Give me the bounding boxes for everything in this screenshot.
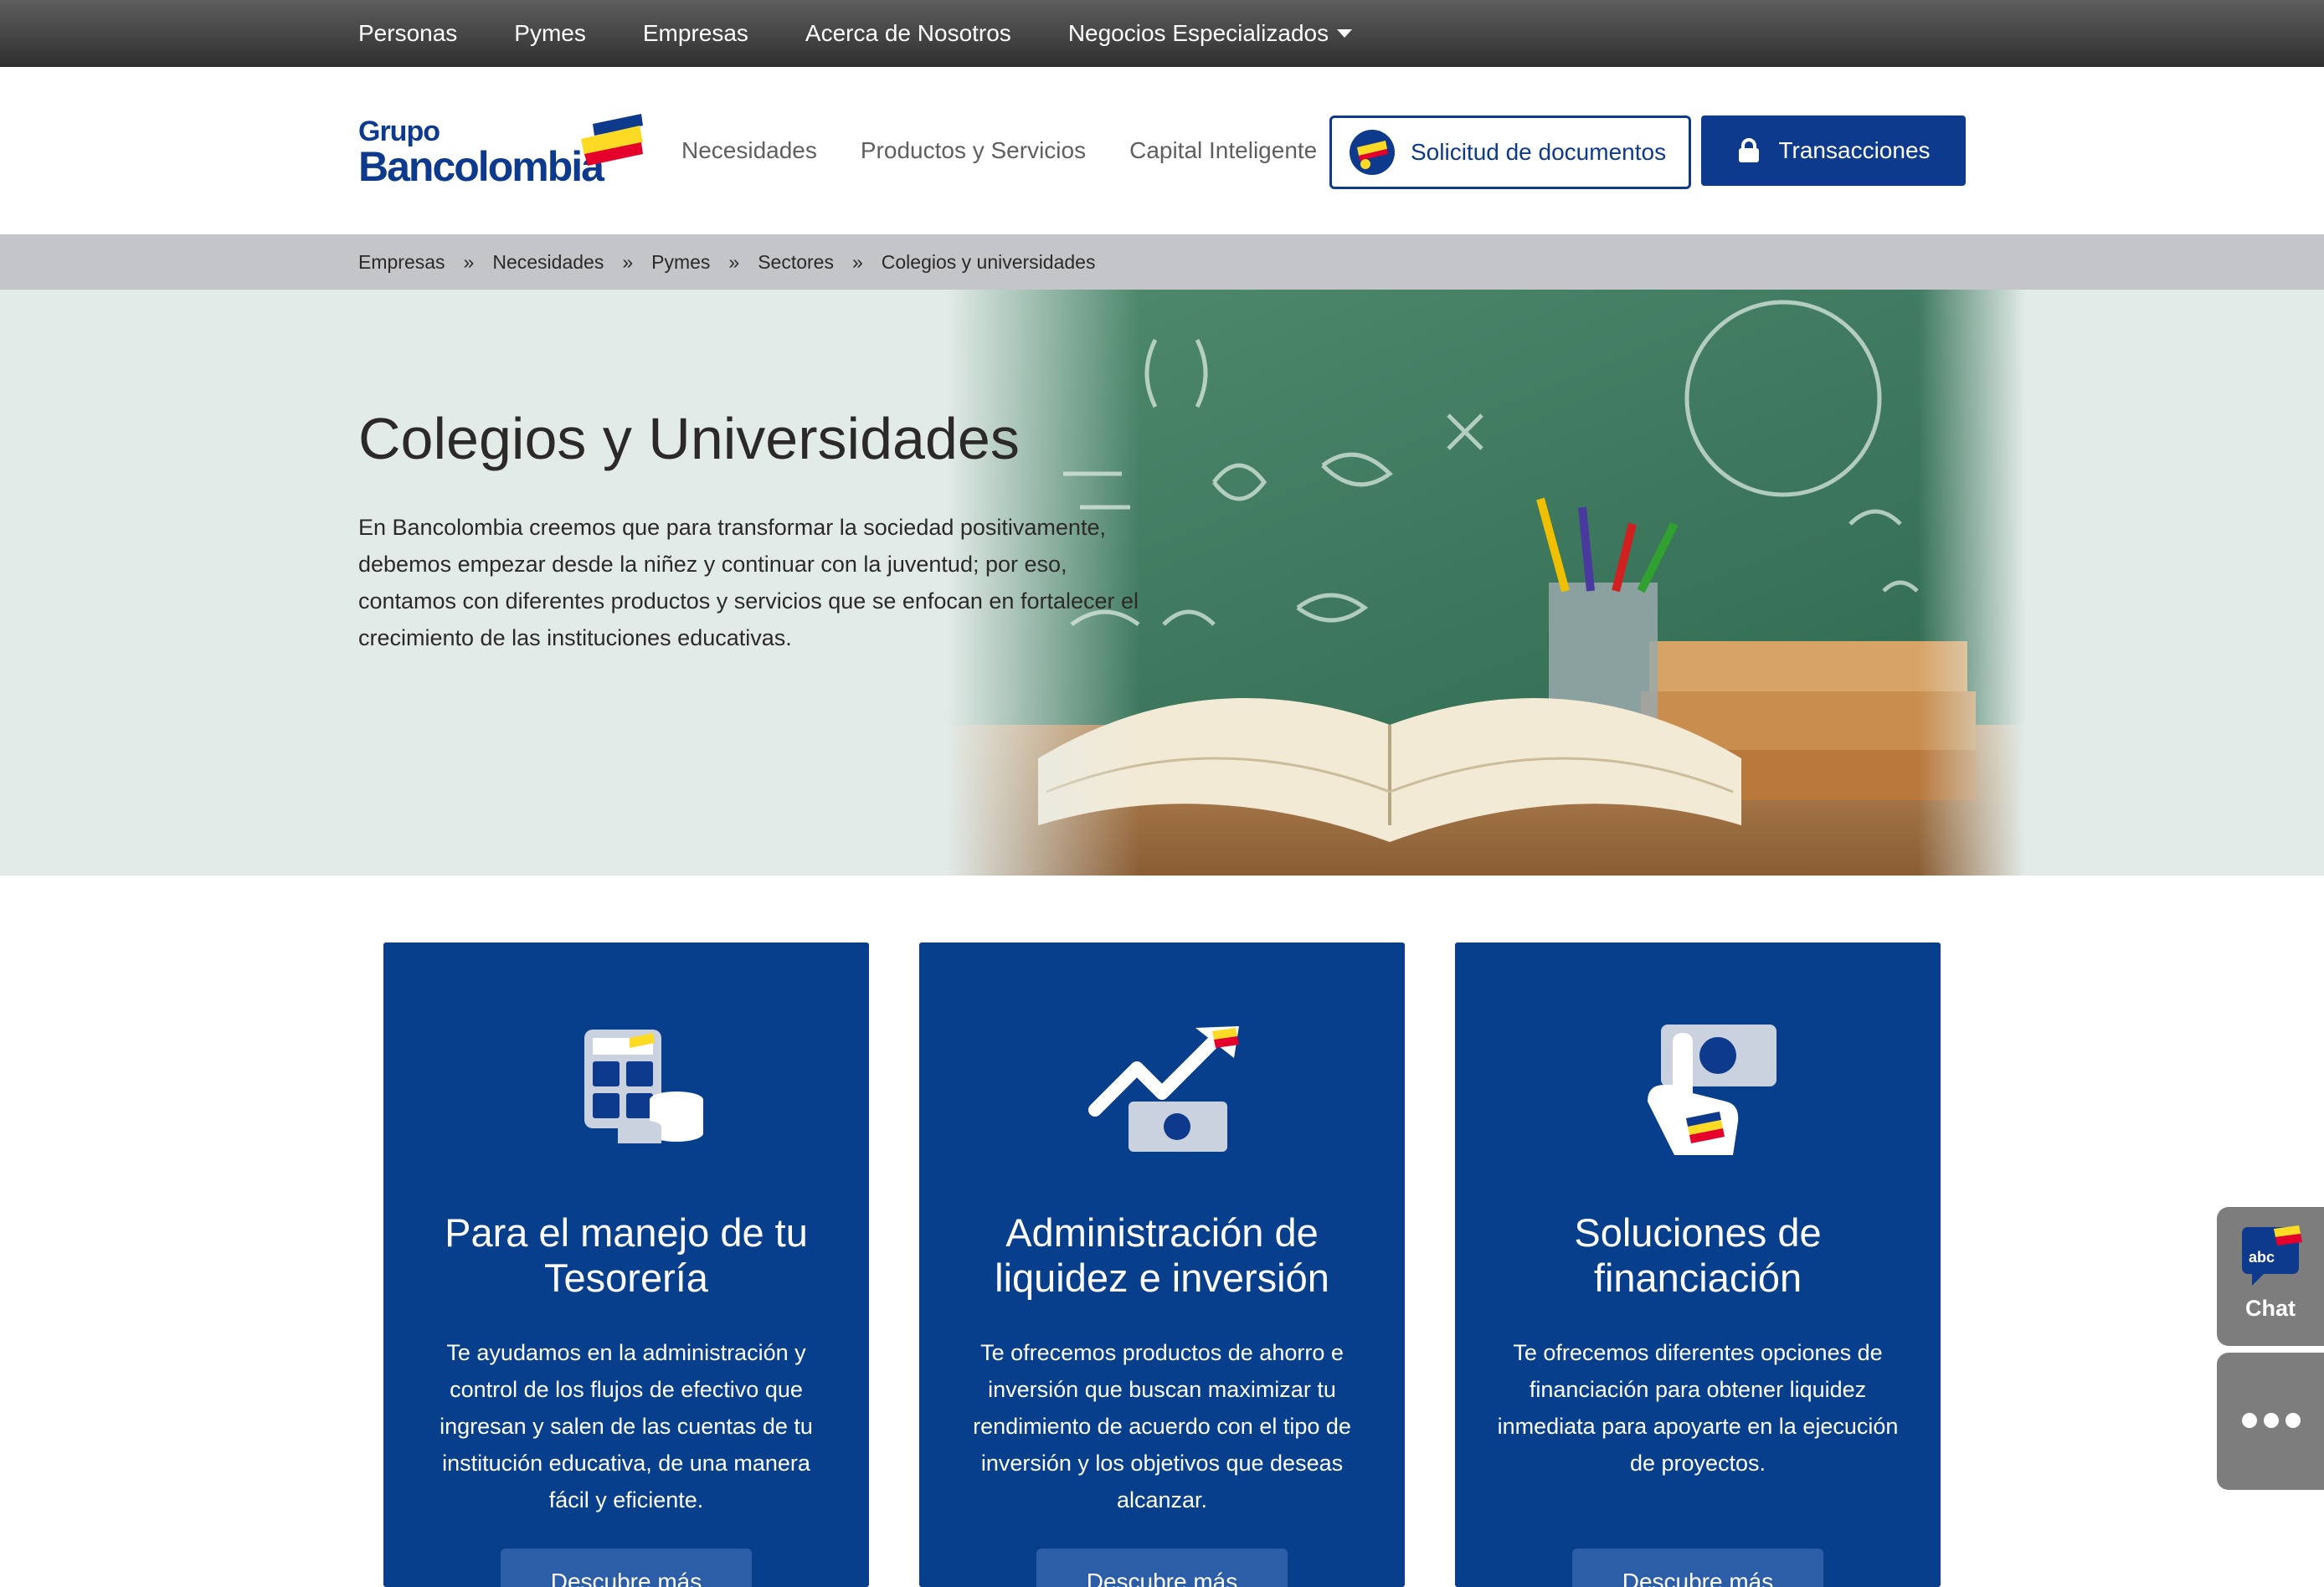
breadcrumb-separator: »: [463, 250, 475, 273]
card-tesoreria: Para el manejo de tu Tesorería Te ayudam…: [383, 942, 869, 1587]
request-documents-label: Solicitud de documentos: [1411, 139, 1667, 165]
topnav-negocios-dropdown[interactable]: Negocios Especializados: [1067, 20, 1353, 47]
nav-capital[interactable]: Capital Inteligente: [1129, 137, 1317, 164]
breadcrumb-separator: »: [622, 250, 634, 273]
more-options-button[interactable]: [2217, 1353, 2324, 1490]
site-header: Grupo Bancolombia Necesidades Productos …: [0, 67, 2324, 234]
discover-more-button[interactable]: Descubre más: [1036, 1548, 1288, 1587]
calculator-coins-icon: [584, 1030, 703, 1143]
card-title: Administración de liquidez e inversión: [995, 1210, 1329, 1300]
card-financiacion: Soluciones de financiación Te ofrecemos …: [1455, 942, 1941, 1587]
discover-more-button[interactable]: Descubre más: [501, 1548, 752, 1587]
hand-bill-icon: [1648, 1025, 1776, 1155]
segment-nav: Personas Pymes Empresas Acerca de Nosotr…: [358, 0, 1353, 67]
nav-productos[interactable]: Productos y Servicios: [861, 137, 1086, 164]
breadcrumb-current: Colegios y universidades: [881, 250, 1096, 273]
card-description: Te ofrecemos diferentes opciones de fina…: [1497, 1340, 1899, 1476]
flag-logo-icon: [581, 114, 643, 166]
breadcrumb-necesidades[interactable]: Necesidades: [492, 251, 604, 274]
growth-arrow-money-icon: [1088, 1026, 1239, 1152]
nav-necesidades[interactable]: Necesidades: [681, 137, 817, 164]
breadcrumb-pymes[interactable]: Pymes: [651, 251, 710, 274]
lock-icon: [1739, 138, 1760, 162]
logo-line2: Bancolombia: [358, 143, 604, 190]
chat-badge-text: abc: [2249, 1249, 2275, 1266]
hero-description: En Bancolombia creemos que para transfor…: [358, 515, 1139, 650]
ellipsis-icon: [2242, 1413, 2301, 1428]
topnav-empresas[interactable]: Empresas: [643, 20, 748, 47]
topnav-pymes[interactable]: Pymes: [514, 20, 586, 47]
chat-label: Chat: [2245, 1296, 2296, 1321]
main-nav: Necesidades Productos y Servicios Capita…: [681, 67, 1317, 234]
hero-banner: Colegios y Universidades En Bancolombia …: [0, 290, 2324, 876]
breadcrumb: Empresas » Necesidades » Pymes » Sectore…: [358, 234, 1095, 290]
card-description: Te ofrecemos productos de ahorro e inver…: [973, 1340, 1351, 1513]
breadcrumb-separator: »: [728, 250, 740, 273]
documents-badge-icon: [1350, 130, 1395, 175]
top-bar: Personas Pymes Empresas Acerca de Nosotr…: [0, 0, 2324, 67]
bancolombia-logo[interactable]: Grupo Bancolombia: [358, 114, 643, 190]
discover-more-button[interactable]: Descubre más: [1572, 1548, 1823, 1587]
page-title: Colegios y Universidades: [358, 406, 1020, 471]
breadcrumb-empresas[interactable]: Empresas: [358, 251, 445, 274]
transactions-label: Transacciones: [1778, 137, 1931, 163]
topnav-acerca[interactable]: Acerca de Nosotros: [805, 20, 1011, 47]
card-description: Te ayudamos en la administración y contr…: [440, 1340, 813, 1513]
card-title: Para el manejo de tu Tesorería: [445, 1210, 808, 1300]
breadcrumb-separator: »: [851, 250, 863, 273]
breadcrumb-bar: Empresas » Necesidades » Pymes » Sectore…: [0, 234, 2324, 290]
request-documents-button[interactable]: Solicitud de documentos: [1329, 116, 1691, 189]
card-title: Soluciones de financiación: [1574, 1210, 1822, 1300]
chat-bubble-icon: abc: [2242, 1225, 2302, 1286]
topnav-personas[interactable]: Personas: [358, 20, 457, 47]
chat-widget-button[interactable]: abc Chat: [2217, 1207, 2324, 1346]
breadcrumb-sectores[interactable]: Sectores: [758, 251, 834, 274]
transactions-button[interactable]: Transacciones: [1701, 116, 1966, 186]
topnav-negocios-label: Negocios Especializados: [1067, 20, 1329, 46]
card-liquidez: Administración de liquidez e inversión T…: [919, 942, 1405, 1587]
caret-down-icon: [1337, 29, 1353, 38]
